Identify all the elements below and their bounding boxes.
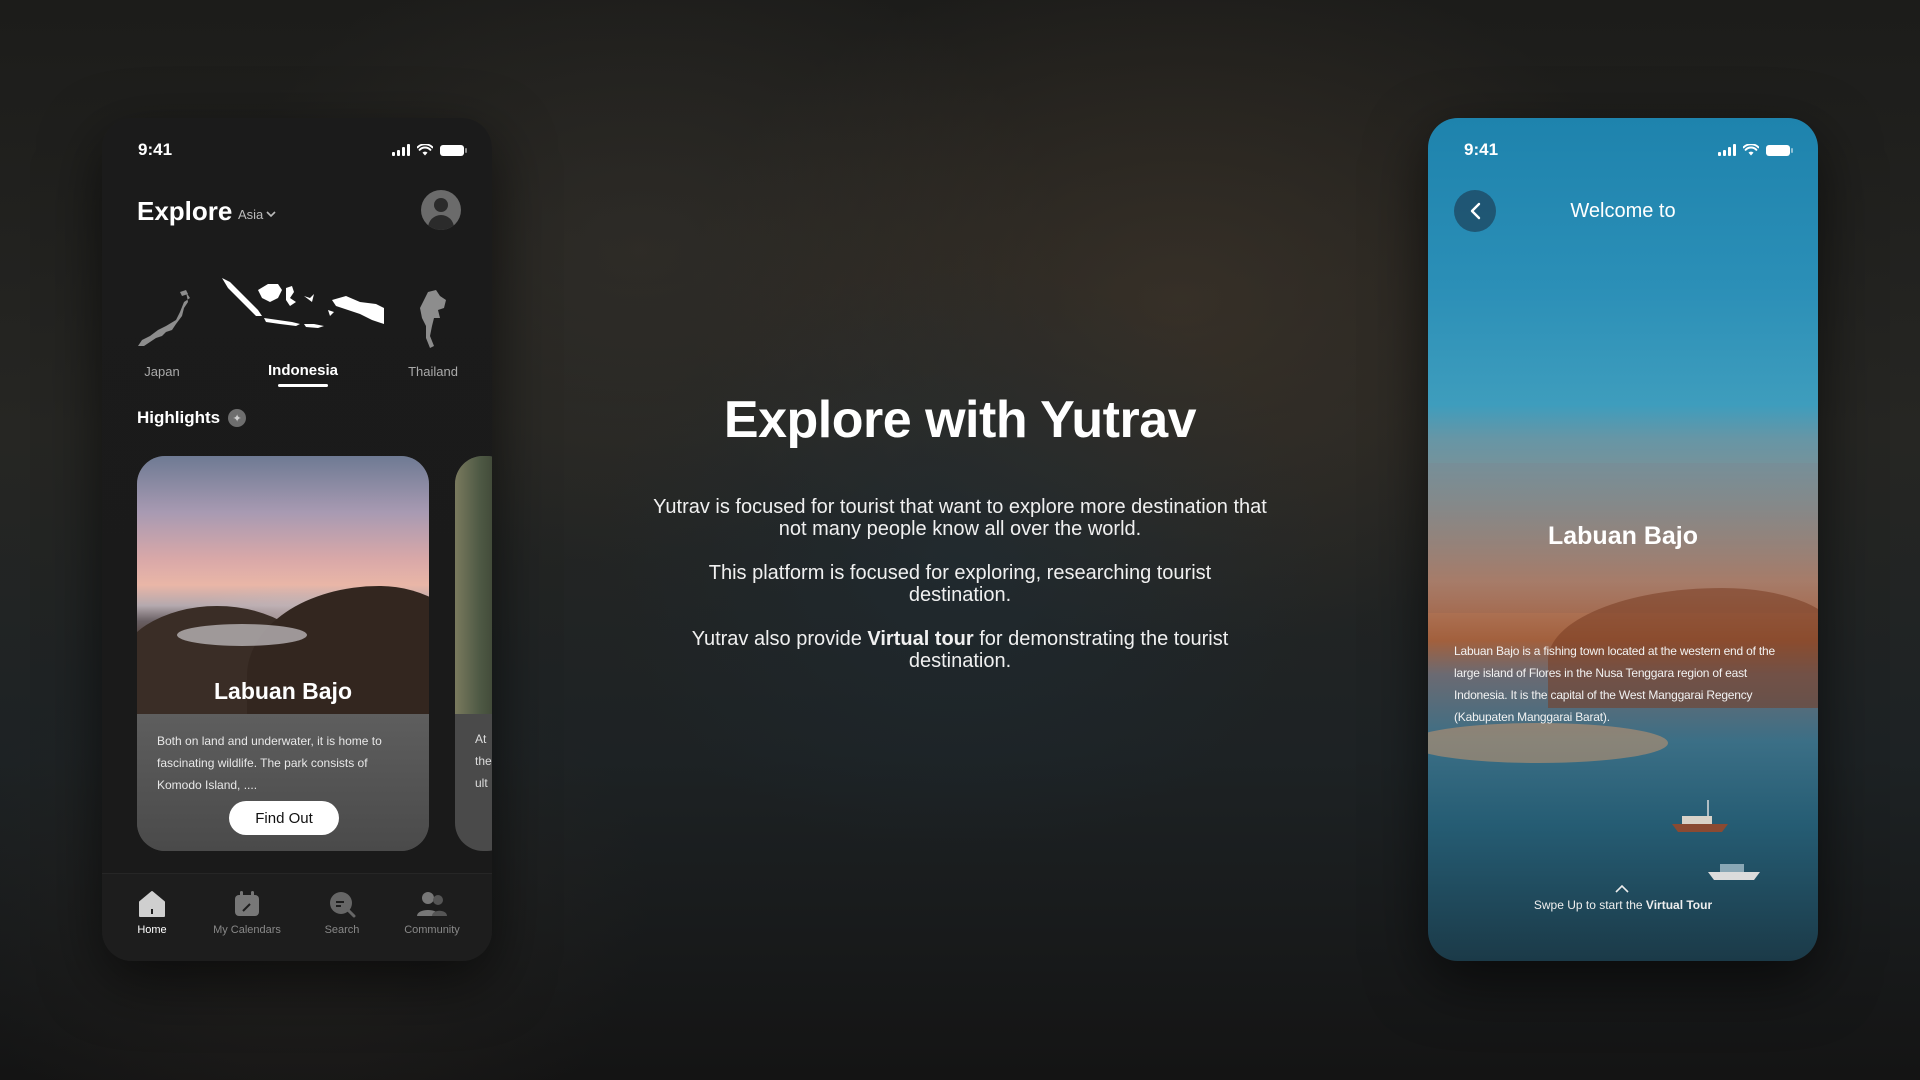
- explore-phone-screen: 9:41 Explore Asia Japan Indonesia Thaila…: [102, 118, 492, 961]
- place-description: Labuan Bajo is a fishing town located at…: [1454, 644, 1775, 724]
- chevron-up-icon: [1615, 884, 1629, 893]
- country-japan[interactable]: Japan: [134, 364, 190, 379]
- beach: [1428, 723, 1668, 763]
- battery-icon: [1766, 144, 1793, 156]
- destination-card[interactable]: Labuan Bajo Both on land and underwater,…: [137, 456, 429, 851]
- swipe-up-hint-prefix: Swpe Up to start the: [1533, 898, 1646, 912]
- signal-icon: [1718, 144, 1736, 156]
- boat-image: [1708, 864, 1760, 880]
- tab-home-label: Home: [137, 924, 167, 936]
- bottom-tab-bar: Home My Calendars Search Community: [102, 873, 492, 961]
- wifi-icon: [1743, 144, 1759, 156]
- status-time: 9:41: [138, 140, 173, 159]
- wifi-icon: [417, 144, 433, 156]
- virtual-tour-phone-screen: 9:41 Welcome to Labuan Bajo Labuan Bajo …: [1428, 118, 1818, 961]
- status-icons: [1718, 144, 1793, 156]
- status-time: 9:41: [1464, 140, 1499, 159]
- country-indonesia[interactable]: Indonesia: [248, 362, 358, 379]
- tab-community-label: Community: [404, 924, 460, 936]
- avatar[interactable]: [421, 190, 461, 230]
- active-country-indicator: [278, 384, 328, 387]
- hero-paragraph-3: Yutrav also provide Virtual tour for dem…: [680, 628, 1240, 672]
- status-bar: 9:41: [102, 118, 492, 168]
- tab-search[interactable]: Search: [302, 890, 382, 936]
- destination-card-image: [137, 456, 429, 736]
- country-thailand[interactable]: Thailand: [400, 364, 466, 379]
- home-icon: [139, 891, 165, 917]
- destination-card-title: Labuan Bajo: [213, 678, 352, 704]
- chevron-down-icon: [266, 211, 276, 218]
- tab-my-calendars-label: My Calendars: [213, 924, 281, 936]
- tab-community[interactable]: Community: [392, 890, 472, 936]
- welcome-heading: Welcome to: [1570, 200, 1676, 222]
- region-dropdown[interactable]: Asia: [238, 207, 276, 222]
- region-label: Asia: [238, 207, 264, 222]
- hero-title: Explore with Yutrav: [723, 391, 1197, 449]
- swipe-up-hint-bold: Virtual Tour: [1645, 898, 1713, 912]
- status-bar: 9:41: [1428, 118, 1818, 168]
- japan-map-icon[interactable]: [136, 290, 192, 350]
- hero-paragraph-1: Yutrav is focused for tourist that want …: [653, 496, 1267, 540]
- hero-paragraph-3-bold: Virtual tour: [867, 628, 974, 650]
- next-destination-card-text: At the ult: [475, 732, 492, 790]
- highlights-label: Highlights: [137, 408, 221, 427]
- place-title: Labuan Bajo: [1547, 522, 1698, 550]
- destination-card-description: Both on land and underwater, it is home …: [157, 734, 382, 792]
- find-out-button[interactable]: Find Out: [229, 801, 339, 835]
- tab-home[interactable]: Home: [112, 890, 192, 936]
- hero-paragraph-2: This platform is focused for exploring, …: [708, 562, 1212, 606]
- search-icon: [330, 892, 356, 918]
- community-icon: [417, 892, 447, 916]
- battery-icon: [440, 144, 467, 156]
- next-destination-card[interactable]: At the ult: [455, 456, 492, 851]
- badge-icon: ✦: [228, 409, 247, 427]
- boat-image: [1672, 800, 1728, 832]
- indonesia-map-icon[interactable]: [220, 274, 386, 336]
- highlights-heading: Highlights ✦: [137, 408, 247, 428]
- swipe-up-hint[interactable]: Swpe Up to start the Virtual Tour: [1428, 898, 1818, 912]
- next-destination-card-image: [455, 456, 492, 714]
- tab-search-label: Search: [324, 924, 360, 936]
- thailand-map-icon[interactable]: [418, 290, 448, 350]
- status-icons: [392, 144, 467, 156]
- hero-paragraph-3-prefix: Yutrav also provide: [691, 628, 868, 650]
- calendar-icon: [235, 891, 259, 916]
- signal-icon: [392, 144, 410, 156]
- page-title: Explore: [137, 196, 233, 226]
- tab-my-calendars[interactable]: My Calendars: [207, 890, 287, 936]
